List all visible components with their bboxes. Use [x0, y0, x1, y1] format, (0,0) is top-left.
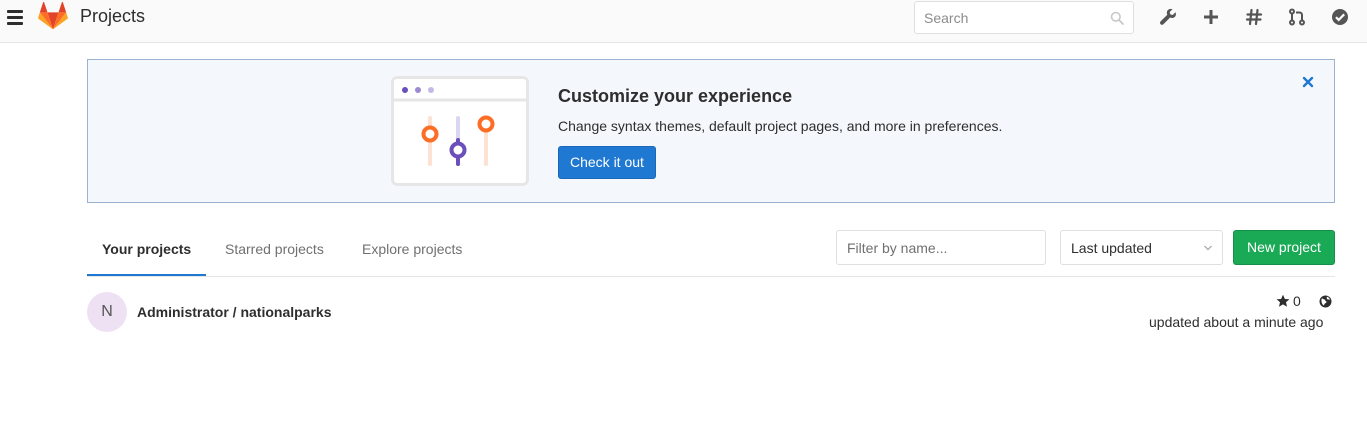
wrench-icon[interactable] — [1158, 7, 1178, 27]
todo-check-icon[interactable] — [1330, 7, 1350, 27]
star-count[interactable]: 0 — [1276, 293, 1301, 311]
star-icon — [1276, 294, 1290, 307]
preferences-illustration — [391, 76, 529, 186]
sort-selected-label: Last updated — [1071, 240, 1152, 256]
hamburger-icon[interactable] — [7, 10, 23, 25]
callout-text: Change syntax themes, default project pa… — [558, 118, 1003, 134]
filter-input[interactable] — [837, 231, 1045, 264]
check-it-out-button[interactable]: Check it out — [558, 146, 656, 179]
globe-icon — [1319, 295, 1332, 308]
search-icon — [1110, 11, 1124, 25]
hash-icon[interactable] — [1244, 7, 1264, 27]
tab-your-projects[interactable]: Your projects — [87, 230, 207, 276]
project-name-link[interactable]: Administrator / nationalparks — [137, 304, 331, 320]
gitlab-logo[interactable] — [38, 2, 68, 30]
page-title: Projects — [80, 6, 146, 26]
top-navbar: Projects — [0, 0, 1367, 43]
chevron-down-icon — [1204, 245, 1212, 251]
tab-starred-projects[interactable]: Starred projects — [210, 230, 339, 276]
filter-box[interactable] — [836, 230, 1046, 265]
callout-title: Customize your experience — [558, 86, 793, 106]
project-updated-time: updated about a minute ago — [1149, 314, 1324, 330]
customize-callout: Customize your experience Change syntax … — [87, 59, 1335, 203]
close-icon[interactable] — [1302, 76, 1314, 88]
tab-explore-projects[interactable]: Explore projects — [347, 230, 477, 276]
sort-dropdown[interactable]: Last updated — [1060, 230, 1223, 265]
star-count-value: 0 — [1293, 293, 1301, 309]
project-avatar[interactable]: N — [87, 292, 127, 332]
merge-request-icon[interactable] — [1287, 7, 1307, 27]
plus-icon[interactable] — [1201, 7, 1221, 27]
search-input[interactable] — [915, 2, 1095, 33]
search-box[interactable] — [914, 1, 1134, 34]
new-project-button[interactable]: New project — [1233, 230, 1335, 265]
